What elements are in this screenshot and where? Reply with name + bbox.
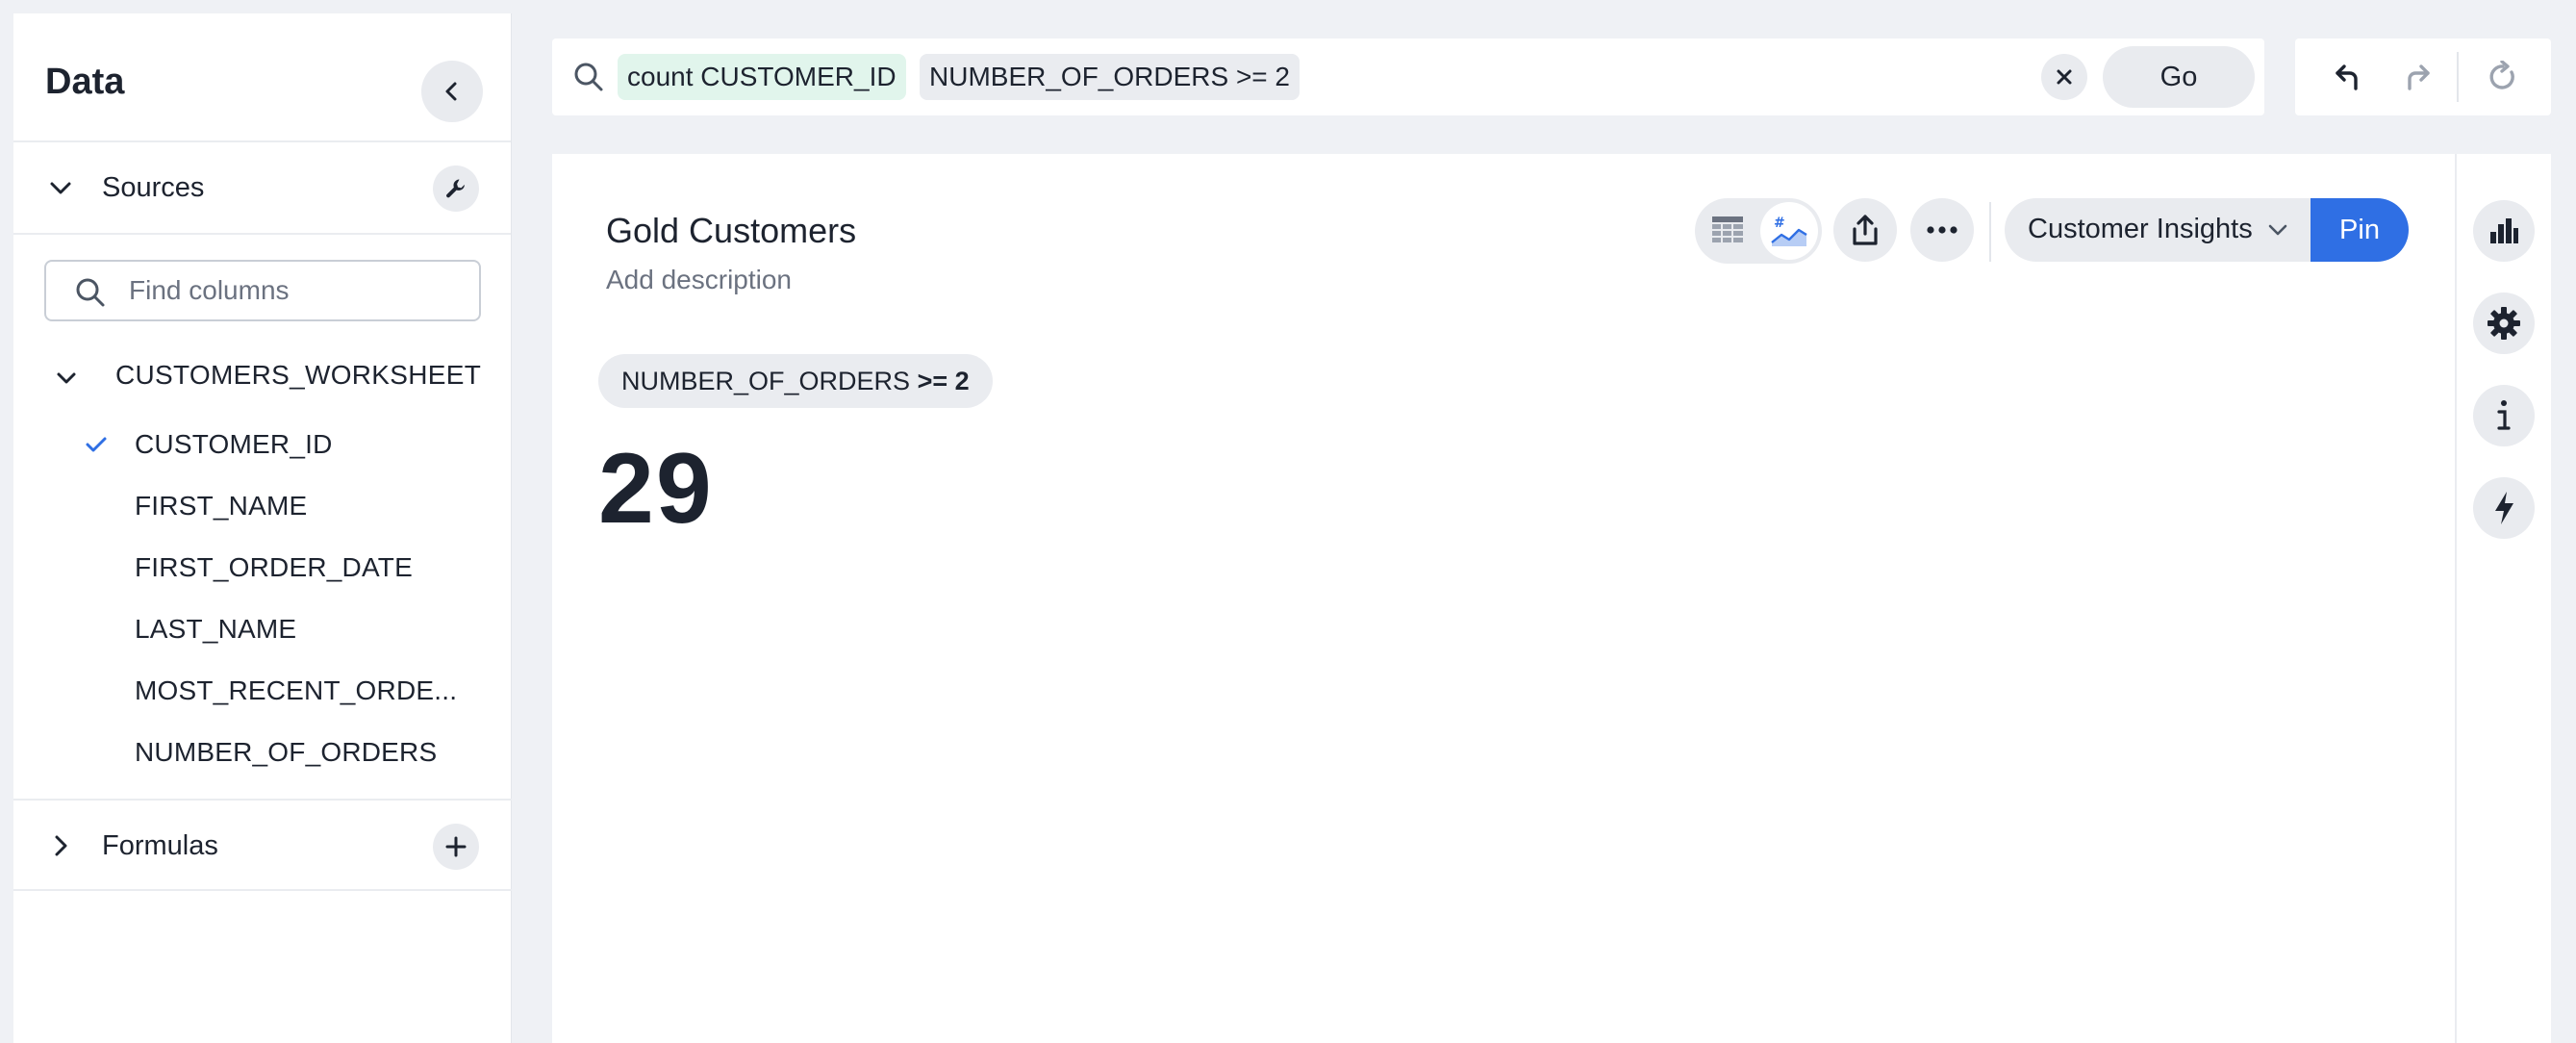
liveboard-select-label: Customer Insights bbox=[2028, 214, 2253, 244]
chevron-right-icon bbox=[48, 833, 73, 858]
worksheet-tree-item[interactable]: CUSTOMERS_WORKSHEET bbox=[44, 354, 496, 396]
column-item-most-recent-order[interactable]: MOST_RECENT_ORDE... bbox=[44, 662, 496, 724]
chevron-down-icon bbox=[56, 368, 77, 389]
find-columns-input-wrapper bbox=[44, 260, 481, 321]
chevron-down-icon bbox=[2268, 223, 2287, 237]
bar-chart-icon bbox=[2488, 216, 2519, 245]
search-token-filter[interactable]: NUMBER_OF_ORDERS >= 2 bbox=[920, 54, 1300, 100]
settings-button[interactable] bbox=[2473, 293, 2535, 354]
data-panel-header: Data bbox=[13, 13, 511, 142]
filter-chip[interactable]: NUMBER_OF_ORDERS >= 2 bbox=[598, 354, 993, 408]
collapse-panel-button[interactable] bbox=[421, 61, 483, 122]
sources-label: Sources bbox=[102, 172, 205, 203]
plus-icon bbox=[444, 835, 467, 858]
redo-button[interactable] bbox=[2397, 58, 2436, 96]
spotiq-button[interactable] bbox=[2473, 477, 2535, 539]
column-label: FIRST_NAME bbox=[135, 491, 308, 521]
column-label: FIRST_ORDER_DATE bbox=[135, 552, 413, 582]
answer-card: Gold Customers Add description # Custome… bbox=[552, 154, 2551, 1043]
column-item-number-of-orders[interactable]: NUMBER_OF_ORDERS bbox=[44, 724, 496, 785]
lightning-icon bbox=[2492, 491, 2515, 525]
chart-config-button[interactable] bbox=[2473, 200, 2535, 262]
chart-view-button[interactable]: # bbox=[1760, 202, 1818, 260]
filter-chip-condition: >= 2 bbox=[917, 367, 970, 395]
sources-section[interactable]: Sources bbox=[13, 142, 511, 235]
more-icon bbox=[1926, 225, 1958, 235]
info-icon bbox=[2496, 399, 2512, 432]
reset-button[interactable] bbox=[2484, 58, 2522, 96]
viz-type-toggle: # bbox=[1695, 198, 1822, 264]
column-label: NUMBER_OF_ORDERS bbox=[135, 737, 438, 767]
add-formula-button[interactable] bbox=[433, 824, 479, 870]
go-button[interactable]: Go bbox=[2103, 46, 2255, 108]
toolbar-divider bbox=[1989, 202, 1991, 262]
column-item-customer-id[interactable]: CUSTOMER_ID bbox=[44, 416, 496, 477]
column-label: CUSTOMER_ID bbox=[135, 429, 333, 459]
worksheet-name: CUSTOMERS_WORKSHEET bbox=[115, 360, 482, 390]
column-label: LAST_NAME bbox=[135, 614, 297, 644]
info-button[interactable] bbox=[2473, 385, 2535, 446]
reset-icon bbox=[2487, 61, 2519, 93]
liveboard-select[interactable]: Customer Insights bbox=[2005, 198, 2311, 262]
share-button[interactable] bbox=[1833, 198, 1897, 262]
pin-button[interactable]: Pin bbox=[2311, 198, 2409, 262]
gear-icon bbox=[2487, 306, 2521, 341]
chevron-down-icon bbox=[48, 175, 73, 200]
formulas-label: Formulas bbox=[102, 830, 218, 861]
undo-button[interactable] bbox=[2330, 58, 2368, 96]
undo-icon bbox=[2333, 61, 2365, 93]
kpi-chart-icon: # bbox=[1770, 214, 1808, 248]
kpi-value: 29 bbox=[598, 433, 714, 545]
toolbar-divider bbox=[2457, 52, 2459, 102]
data-panel-title: Data bbox=[45, 62, 125, 102]
history-toolbar bbox=[2295, 38, 2551, 115]
column-item-last-name[interactable]: LAST_NAME bbox=[44, 600, 496, 662]
share-icon bbox=[1851, 214, 1880, 246]
more-options-button[interactable] bbox=[1910, 198, 1974, 262]
source-settings-button[interactable] bbox=[433, 165, 479, 212]
formulas-section[interactable]: Formulas bbox=[13, 799, 512, 891]
close-icon bbox=[2055, 67, 2074, 87]
search-icon bbox=[75, 277, 106, 308]
table-view-button[interactable] bbox=[1699, 202, 1756, 260]
answer-description[interactable]: Add description bbox=[606, 264, 792, 296]
search-token-measure[interactable]: count CUSTOMER_ID bbox=[618, 54, 906, 100]
search-icon bbox=[573, 62, 604, 92]
column-item-first-order-date[interactable]: FIRST_ORDER_DATE bbox=[44, 539, 496, 600]
chevron-left-icon bbox=[442, 81, 463, 102]
table-icon bbox=[1711, 215, 1744, 247]
answer-title[interactable]: Gold Customers bbox=[606, 210, 856, 251]
find-columns-input[interactable] bbox=[129, 271, 456, 310]
search-bar[interactable]: count CUSTOMER_ID NUMBER_OF_ORDERS >= 2 … bbox=[552, 38, 2264, 115]
check-icon bbox=[85, 433, 108, 456]
wrench-icon bbox=[443, 176, 468, 201]
clear-search-button[interactable] bbox=[2041, 54, 2087, 100]
right-rail bbox=[2455, 154, 2551, 1043]
column-label: MOST_RECENT_ORDE... bbox=[135, 675, 458, 705]
data-panel: Data Sources CUSTOMERS_WORKSHEET bbox=[13, 13, 512, 1043]
column-item-first-name[interactable]: FIRST_NAME bbox=[44, 477, 496, 539]
column-list: CUSTOMER_ID FIRST_NAME FIRST_ORDER_DATE … bbox=[44, 416, 496, 785]
svg-text:#: # bbox=[1774, 216, 1785, 231]
redo-icon bbox=[2400, 61, 2433, 93]
filter-chip-column: NUMBER_OF_ORDERS bbox=[621, 367, 911, 395]
